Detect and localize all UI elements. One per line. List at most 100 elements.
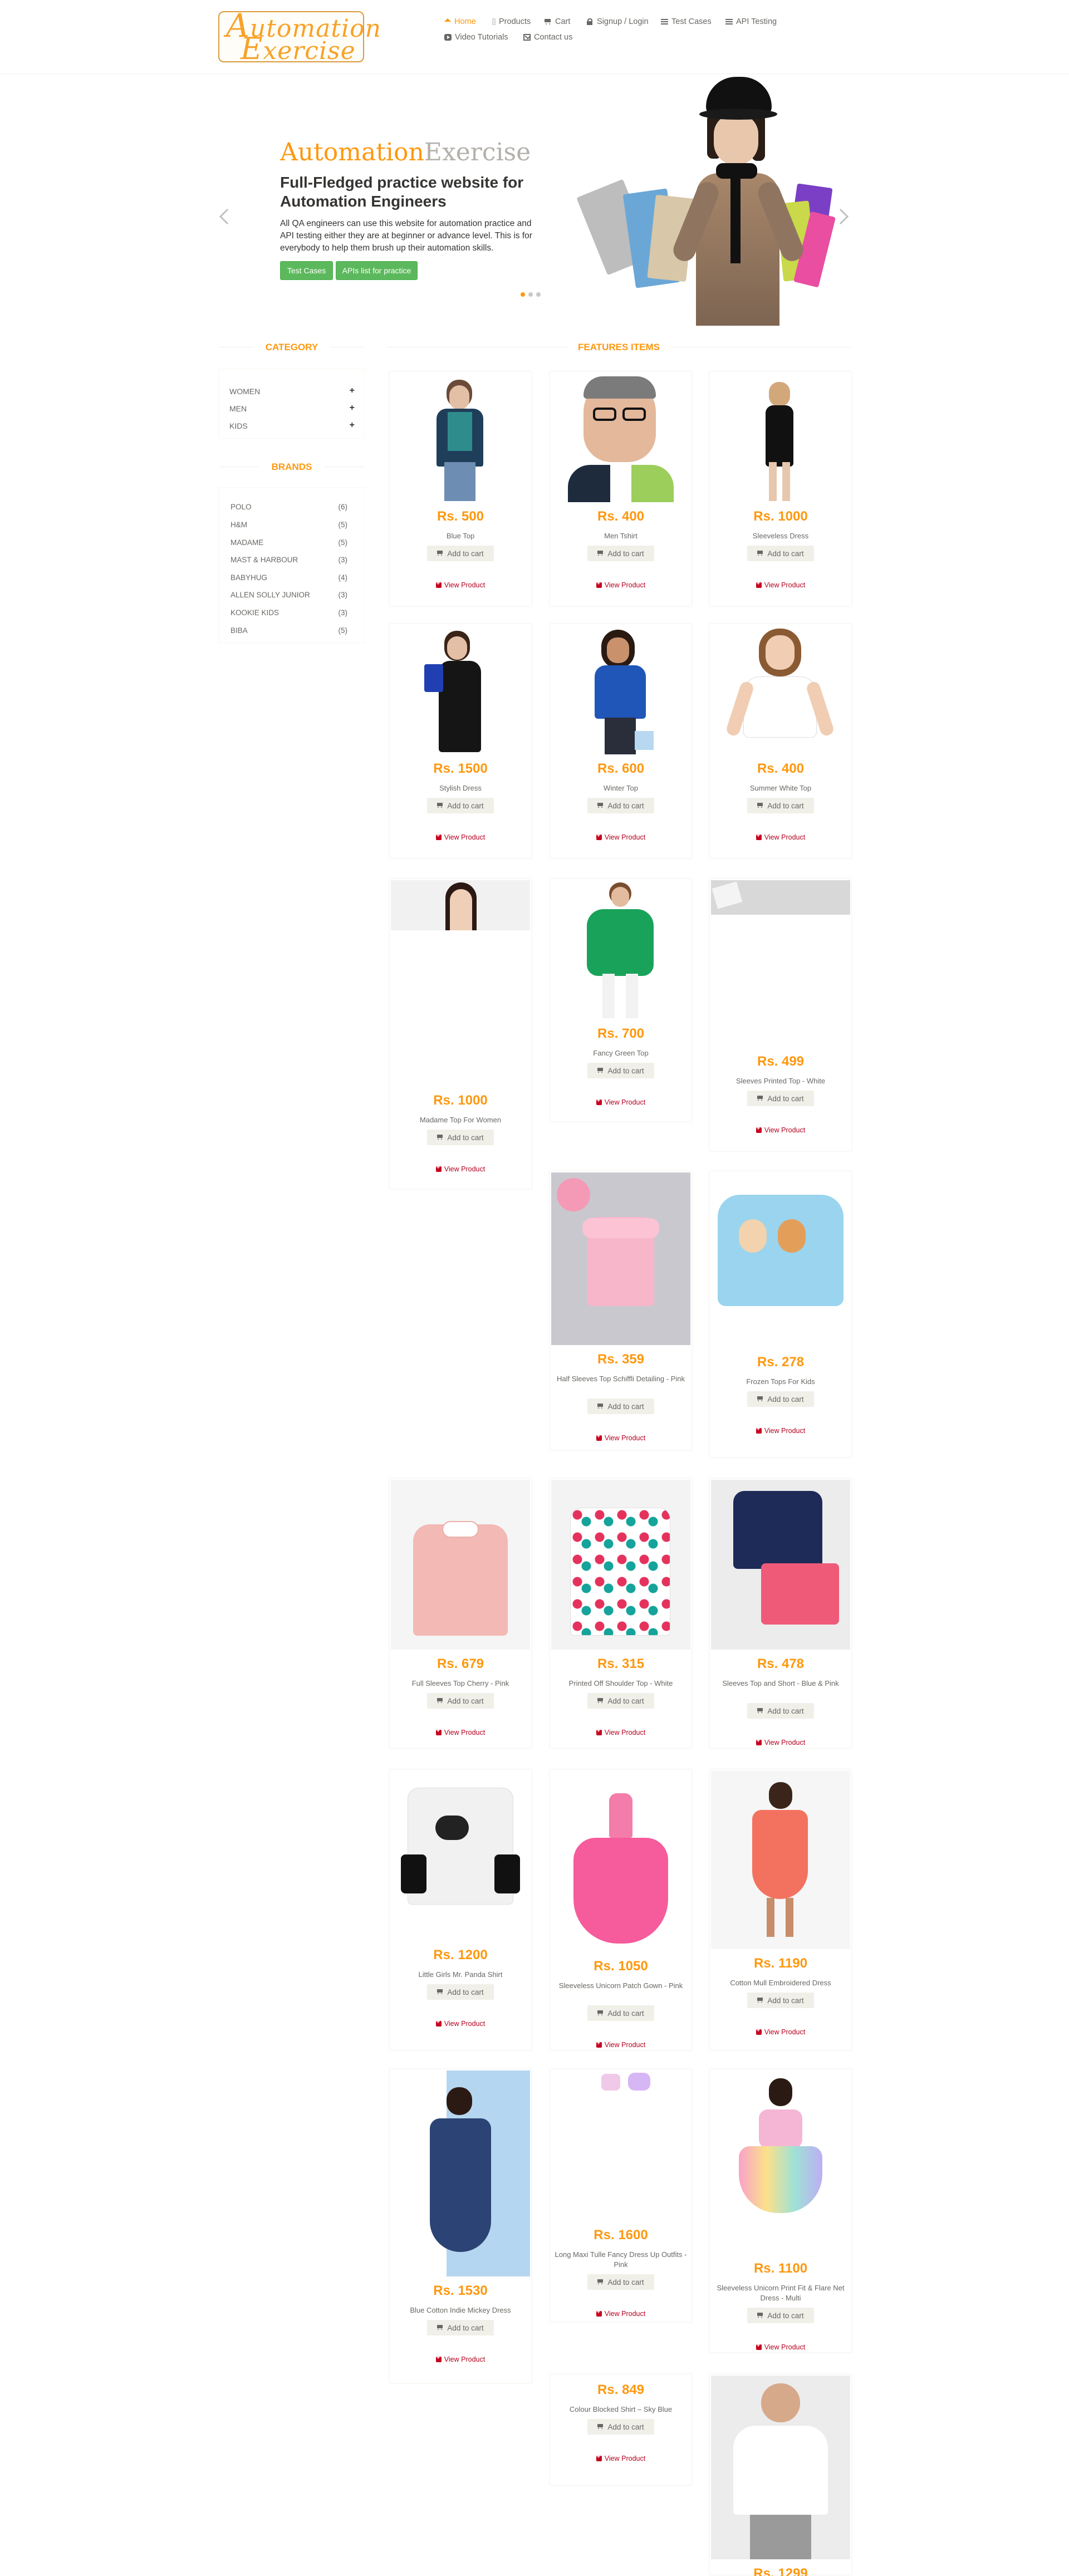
- product-image: [391, 880, 530, 1086]
- add-to-cart-button[interactable]: Add to cart: [587, 2419, 654, 2435]
- nav-video-tutorials[interactable]: Video Tutorials: [444, 33, 508, 42]
- list-icon: [725, 18, 733, 25]
- cart-icon: [437, 551, 444, 556]
- nav-signup-login[interactable]: Signup / Login: [586, 17, 649, 26]
- product-name: Sleeveless Unicorn Patch Gown - Pink: [558, 1981, 683, 1990]
- add-to-cart-button[interactable]: Add to cart: [747, 1703, 814, 1719]
- add-to-cart-button[interactable]: Add to cart: [427, 1693, 494, 1709]
- brand-link-polo[interactable]: POLO (6): [231, 503, 347, 511]
- product-price: Rs. 359: [597, 1352, 645, 1367]
- test-cases-button[interactable]: Test Cases: [280, 261, 333, 280]
- view-product-link[interactable]: View Product: [710, 1738, 851, 1746]
- add-to-cart-button[interactable]: Add to cart: [427, 546, 494, 561]
- product-price: Rs. 1500: [433, 761, 488, 776]
- site-logo[interactable]: Automation Exercise: [218, 9, 381, 64]
- view-product-link[interactable]: View Product: [710, 580, 851, 589]
- view-product-link[interactable]: View Product: [550, 2040, 692, 2049]
- category-kids[interactable]: KIDS +: [229, 420, 355, 433]
- add-to-cart-button[interactable]: Add to cart: [587, 2005, 654, 2021]
- view-product-link[interactable]: View Product: [550, 580, 692, 589]
- carousel-dot[interactable]: [528, 292, 533, 297]
- product-card: Rs. 700 Fancy Green Top Add to cart View Pr…: [550, 879, 692, 1122]
- brand-link-kookie-kids[interactable]: KOOKIE KIDS (3): [231, 609, 347, 617]
- product-name: Printed Off Shoulder Top - White: [568, 1679, 673, 1687]
- view-product-link[interactable]: View Product: [550, 1097, 692, 1106]
- plus-square-icon: [435, 2019, 442, 2027]
- brand-link-hm[interactable]: H&M (5): [231, 521, 347, 529]
- brand-link-allen-solly-junior[interactable]: ALLEN SOLLY JUNIOR (3): [231, 591, 347, 599]
- add-to-cart-button[interactable]: Add to cart: [427, 798, 494, 813]
- nav-api-testing[interactable]: API Testing: [725, 17, 777, 26]
- cart-icon: [437, 1989, 444, 1995]
- cart-icon: [597, 1068, 604, 1073]
- add-to-cart-button[interactable]: Add to cart: [587, 798, 654, 813]
- cart-icon: [757, 1708, 764, 1714]
- view-product-link[interactable]: View Product: [550, 1728, 692, 1736]
- add-to-cart-button[interactable]: Add to cart: [747, 798, 814, 813]
- view-product-link[interactable]: View Product: [390, 2354, 531, 2363]
- view-product-link[interactable]: View Product: [710, 2027, 851, 2036]
- add-to-cart-button[interactable]: Add to cart: [587, 1063, 654, 1078]
- expand-plus-icon[interactable]: +: [350, 386, 355, 396]
- nav-contact-us[interactable]: Contact us: [523, 33, 572, 42]
- expand-plus-icon[interactable]: +: [350, 420, 355, 430]
- view-product-link[interactable]: View Product: [710, 1125, 851, 1134]
- cart-icon: [597, 803, 604, 808]
- product-image: [391, 2070, 530, 2276]
- add-to-cart-button[interactable]: Add to cart: [587, 1399, 654, 1414]
- view-product-link[interactable]: View Product: [390, 1728, 531, 1736]
- add-to-cart-button[interactable]: Add to cart: [747, 1391, 814, 1407]
- nav-products[interactable]: Products: [492, 17, 531, 26]
- add-to-cart-button[interactable]: Add to cart: [587, 546, 654, 561]
- expand-plus-icon[interactable]: +: [350, 403, 355, 413]
- apis-list-button[interactable]: APIs list for practice: [336, 261, 418, 280]
- youtube-icon: [444, 34, 452, 41]
- nav-cart[interactable]: Cart: [545, 17, 570, 26]
- view-product-link[interactable]: View Product: [550, 2309, 692, 2318]
- brand-link-biba[interactable]: BIBA (5): [231, 626, 347, 635]
- category-women[interactable]: WOMEN +: [229, 386, 355, 398]
- view-product-link[interactable]: View Product: [390, 832, 531, 841]
- product-name: Men Tshirt: [604, 532, 638, 540]
- add-to-cart-button[interactable]: Add to cart: [747, 1091, 814, 1106]
- carousel-dot[interactable]: [536, 292, 541, 297]
- cart-icon: [757, 551, 764, 556]
- add-to-cart-button[interactable]: Add to cart: [587, 1693, 654, 1709]
- view-product-link[interactable]: View Product: [550, 832, 692, 841]
- view-product-link[interactable]: View Product: [550, 1433, 692, 1442]
- add-to-cart-button[interactable]: Add to cart: [747, 1993, 814, 2008]
- add-to-cart-button[interactable]: Add to cart: [747, 546, 814, 561]
- brand-link-mast-harbour[interactable]: MAST & HARBOUR (3): [231, 556, 347, 564]
- cart-icon: [437, 1135, 444, 1140]
- brand-link-babyhug[interactable]: BABYHUG (4): [231, 573, 347, 582]
- carousel-next-arrow-icon[interactable]: [832, 208, 849, 225]
- add-to-cart-button[interactable]: Add to cart: [427, 2320, 494, 2335]
- hero-carousel: AutomationExercise Full-Fledged practice…: [217, 74, 852, 326]
- nav-home[interactable]: Home: [444, 17, 476, 26]
- add-to-cart-button[interactable]: Add to cart: [427, 1130, 494, 1145]
- view-product-link[interactable]: View Product: [710, 2342, 851, 2351]
- view-product-link[interactable]: View Product: [390, 580, 531, 589]
- product-card: Rs. 478 Sleeves Top and Short - Blue & Pi…: [709, 1478, 852, 1748]
- nav-test-cases[interactable]: Test Cases: [661, 17, 712, 26]
- add-to-cart-button[interactable]: Add to cart: [427, 1984, 494, 2000]
- category-men[interactable]: MEN +: [229, 403, 355, 415]
- product-image: [711, 1480, 850, 1650]
- add-to-cart-button[interactable]: Add to cart: [587, 2274, 654, 2290]
- view-product-link[interactable]: View Product: [710, 1426, 851, 1435]
- add-to-cart-button[interactable]: Add to cart: [747, 2308, 814, 2323]
- view-product-link[interactable]: View Product: [390, 1164, 531, 1173]
- carousel-prev-arrow-icon[interactable]: [219, 208, 236, 225]
- brand-link-madame[interactable]: MADAME (5): [231, 538, 347, 547]
- cart-icon: [757, 803, 764, 808]
- view-product-link[interactable]: View Product: [390, 2019, 531, 2028]
- product-card: Rs. 400 Men Tshirt Add to cart View Product: [550, 371, 692, 606]
- product-card: Rs. 359 Half Sleeves Top Schiffli Detaili…: [550, 1171, 692, 1450]
- product-name: Colour Blocked Shirt – Sky Blue: [569, 2405, 673, 2413]
- category-panel: WOMEN + MEN + KIDS +: [219, 369, 365, 439]
- carousel-dot[interactable]: [521, 292, 525, 297]
- cart-icon: [757, 1998, 764, 2003]
- view-product-link[interactable]: View Product: [710, 832, 851, 841]
- product-card: Rs. 1000 Sleeveless Dress Add to cart View …: [709, 371, 852, 606]
- view-product-link[interactable]: View Product: [550, 2454, 692, 2462]
